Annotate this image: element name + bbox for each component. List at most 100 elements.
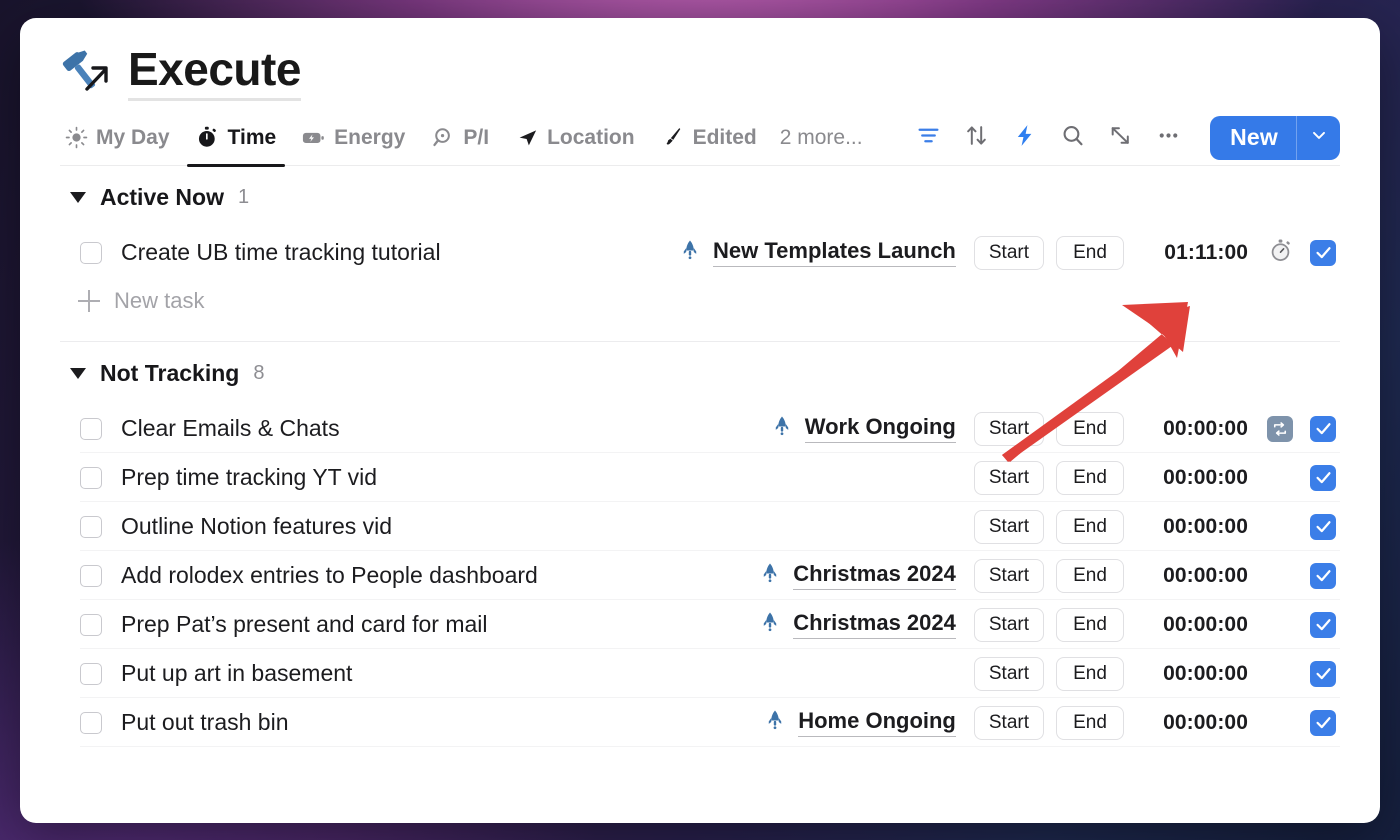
section-header[interactable]: Not Tracking 8 bbox=[60, 342, 1340, 404]
task-title[interactable]: Create UB time tracking tutorial bbox=[121, 239, 441, 266]
task-checkbox[interactable] bbox=[80, 516, 102, 538]
end-button[interactable]: End bbox=[1056, 657, 1124, 691]
task-project[interactable]: Home Ongoing bbox=[764, 708, 956, 737]
section-title: Not Tracking bbox=[100, 360, 239, 387]
task-complete-checkbox[interactable] bbox=[1310, 612, 1336, 638]
start-button[interactable]: Start bbox=[974, 608, 1044, 642]
tab-location[interactable]: Location bbox=[502, 110, 648, 166]
end-button[interactable]: End bbox=[1056, 236, 1124, 270]
task-checkbox[interactable] bbox=[80, 242, 102, 264]
task-title[interactable]: Outline Notion features vid bbox=[121, 513, 392, 540]
more-options-button[interactable] bbox=[1146, 116, 1190, 160]
task-complete-checkbox[interactable] bbox=[1310, 514, 1336, 540]
filter-icon bbox=[916, 123, 941, 153]
task-project[interactable]: Work Ongoing bbox=[771, 414, 956, 443]
task-title[interactable]: Put up art in basement bbox=[121, 660, 352, 687]
task-project[interactable]: Christmas 2024 bbox=[759, 610, 956, 639]
search-button[interactable] bbox=[1050, 116, 1094, 160]
end-button[interactable]: End bbox=[1056, 510, 1124, 544]
new-dropdown-button[interactable] bbox=[1296, 116, 1340, 160]
task-title[interactable]: Prep time tracking YT vid bbox=[121, 464, 377, 491]
task-project[interactable]: New Templates Launch bbox=[679, 238, 956, 267]
automation-button[interactable] bbox=[1002, 116, 1046, 160]
page-title: Execute bbox=[128, 46, 301, 101]
task-checkbox[interactable] bbox=[80, 467, 102, 489]
section-header[interactable]: Active Now 1 bbox=[60, 166, 1340, 228]
new-button[interactable]: New bbox=[1210, 116, 1296, 160]
tabs-more-button[interactable]: 2 more... bbox=[770, 126, 873, 150]
project-name[interactable]: Christmas 2024 bbox=[793, 561, 956, 590]
task-title[interactable]: Add rolodex entries to People dashboard bbox=[121, 562, 538, 589]
repeat-icon bbox=[1267, 416, 1293, 442]
tab-label: Energy bbox=[334, 126, 405, 150]
task-title[interactable]: Clear Emails & Chats bbox=[121, 415, 340, 442]
sort-button[interactable] bbox=[954, 116, 998, 160]
table-row[interactable]: Add rolodex entries to People dashboard … bbox=[60, 551, 1340, 600]
chevron-collapse-icon[interactable] bbox=[70, 368, 86, 379]
project-name[interactable]: Christmas 2024 bbox=[793, 610, 956, 639]
start-button[interactable]: Start bbox=[974, 236, 1044, 270]
tab-edited[interactable]: Edited bbox=[648, 110, 770, 166]
tab-label: P/I bbox=[463, 126, 489, 150]
end-button[interactable]: End bbox=[1056, 412, 1124, 446]
start-button[interactable]: Start bbox=[974, 461, 1044, 495]
task-checkbox[interactable] bbox=[80, 712, 102, 734]
sort-icon bbox=[964, 123, 989, 153]
table-row[interactable]: Clear Emails & Chats Work Ongoing bbox=[60, 404, 1340, 453]
task-complete-checkbox[interactable] bbox=[1310, 465, 1336, 491]
task-checkbox[interactable] bbox=[80, 614, 102, 636]
row-badge bbox=[1260, 238, 1300, 268]
tab-energy[interactable]: Energy bbox=[289, 110, 418, 166]
start-button[interactable]: Start bbox=[974, 706, 1044, 740]
expand-icon bbox=[1108, 123, 1133, 153]
section-title: Active Now bbox=[100, 184, 224, 211]
new-button-group: New bbox=[1210, 116, 1340, 160]
project-name[interactable]: Home Ongoing bbox=[798, 708, 956, 737]
task-project[interactable]: Christmas 2024 bbox=[759, 561, 956, 590]
chevron-down-icon bbox=[1309, 125, 1329, 150]
task-checkbox[interactable] bbox=[80, 418, 102, 440]
tab-my-day[interactable]: My Day bbox=[60, 110, 183, 166]
start-button[interactable]: Start bbox=[974, 657, 1044, 691]
search-icon bbox=[1060, 123, 1085, 153]
tab-time[interactable]: Time bbox=[183, 110, 290, 166]
table-row[interactable]: Prep Pat’s present and card for mail Chr… bbox=[60, 600, 1340, 649]
end-button[interactable]: End bbox=[1056, 461, 1124, 495]
task-checkbox[interactable] bbox=[80, 565, 102, 587]
start-button[interactable]: Start bbox=[974, 559, 1044, 593]
expand-button[interactable] bbox=[1098, 116, 1142, 160]
end-button[interactable]: End bbox=[1056, 608, 1124, 642]
task-complete-checkbox[interactable] bbox=[1310, 416, 1336, 442]
project-name[interactable]: Work Ongoing bbox=[805, 414, 956, 443]
plus-icon bbox=[78, 290, 100, 312]
table-row[interactable]: Create UB time tracking tutorial New Tem… bbox=[60, 228, 1340, 277]
new-task-label: New task bbox=[114, 288, 204, 314]
timer-value: 00:00:00 bbox=[1140, 466, 1248, 490]
table-row[interactable]: Prep time tracking YT vid Start End 00:0… bbox=[60, 453, 1340, 502]
start-button[interactable]: Start bbox=[974, 510, 1044, 544]
tab-pi[interactable]: P/I bbox=[418, 110, 502, 166]
task-complete-checkbox[interactable] bbox=[1310, 661, 1336, 687]
tab-label: Time bbox=[228, 126, 277, 150]
task-complete-checkbox[interactable] bbox=[1310, 240, 1336, 266]
new-task-row[interactable]: New task bbox=[60, 277, 1340, 325]
app-window: Execute bbox=[20, 18, 1380, 823]
start-button[interactable]: Start bbox=[974, 412, 1044, 446]
timer-value: 01:11:00 bbox=[1140, 241, 1248, 265]
paintbrush-icon bbox=[661, 126, 685, 150]
chevron-collapse-icon[interactable] bbox=[70, 192, 86, 203]
table-row[interactable]: Put out trash bin Home Ongoing S bbox=[60, 698, 1340, 747]
table-row[interactable]: Outline Notion features vid Start End 00… bbox=[60, 502, 1340, 551]
task-checkbox[interactable] bbox=[80, 663, 102, 685]
page-title-row: Execute bbox=[60, 18, 1340, 96]
end-button[interactable]: End bbox=[1056, 706, 1124, 740]
task-title[interactable]: Prep Pat’s present and card for mail bbox=[121, 611, 487, 638]
project-name[interactable]: New Templates Launch bbox=[713, 238, 956, 267]
task-complete-checkbox[interactable] bbox=[1310, 563, 1336, 589]
table-row[interactable]: Put up art in basement Start End 00:00:0… bbox=[60, 649, 1340, 698]
task-complete-checkbox[interactable] bbox=[1310, 710, 1336, 736]
task-title[interactable]: Put out trash bin bbox=[121, 709, 289, 736]
more-icon bbox=[1156, 123, 1181, 153]
end-button[interactable]: End bbox=[1056, 559, 1124, 593]
filter-button[interactable] bbox=[906, 116, 950, 160]
